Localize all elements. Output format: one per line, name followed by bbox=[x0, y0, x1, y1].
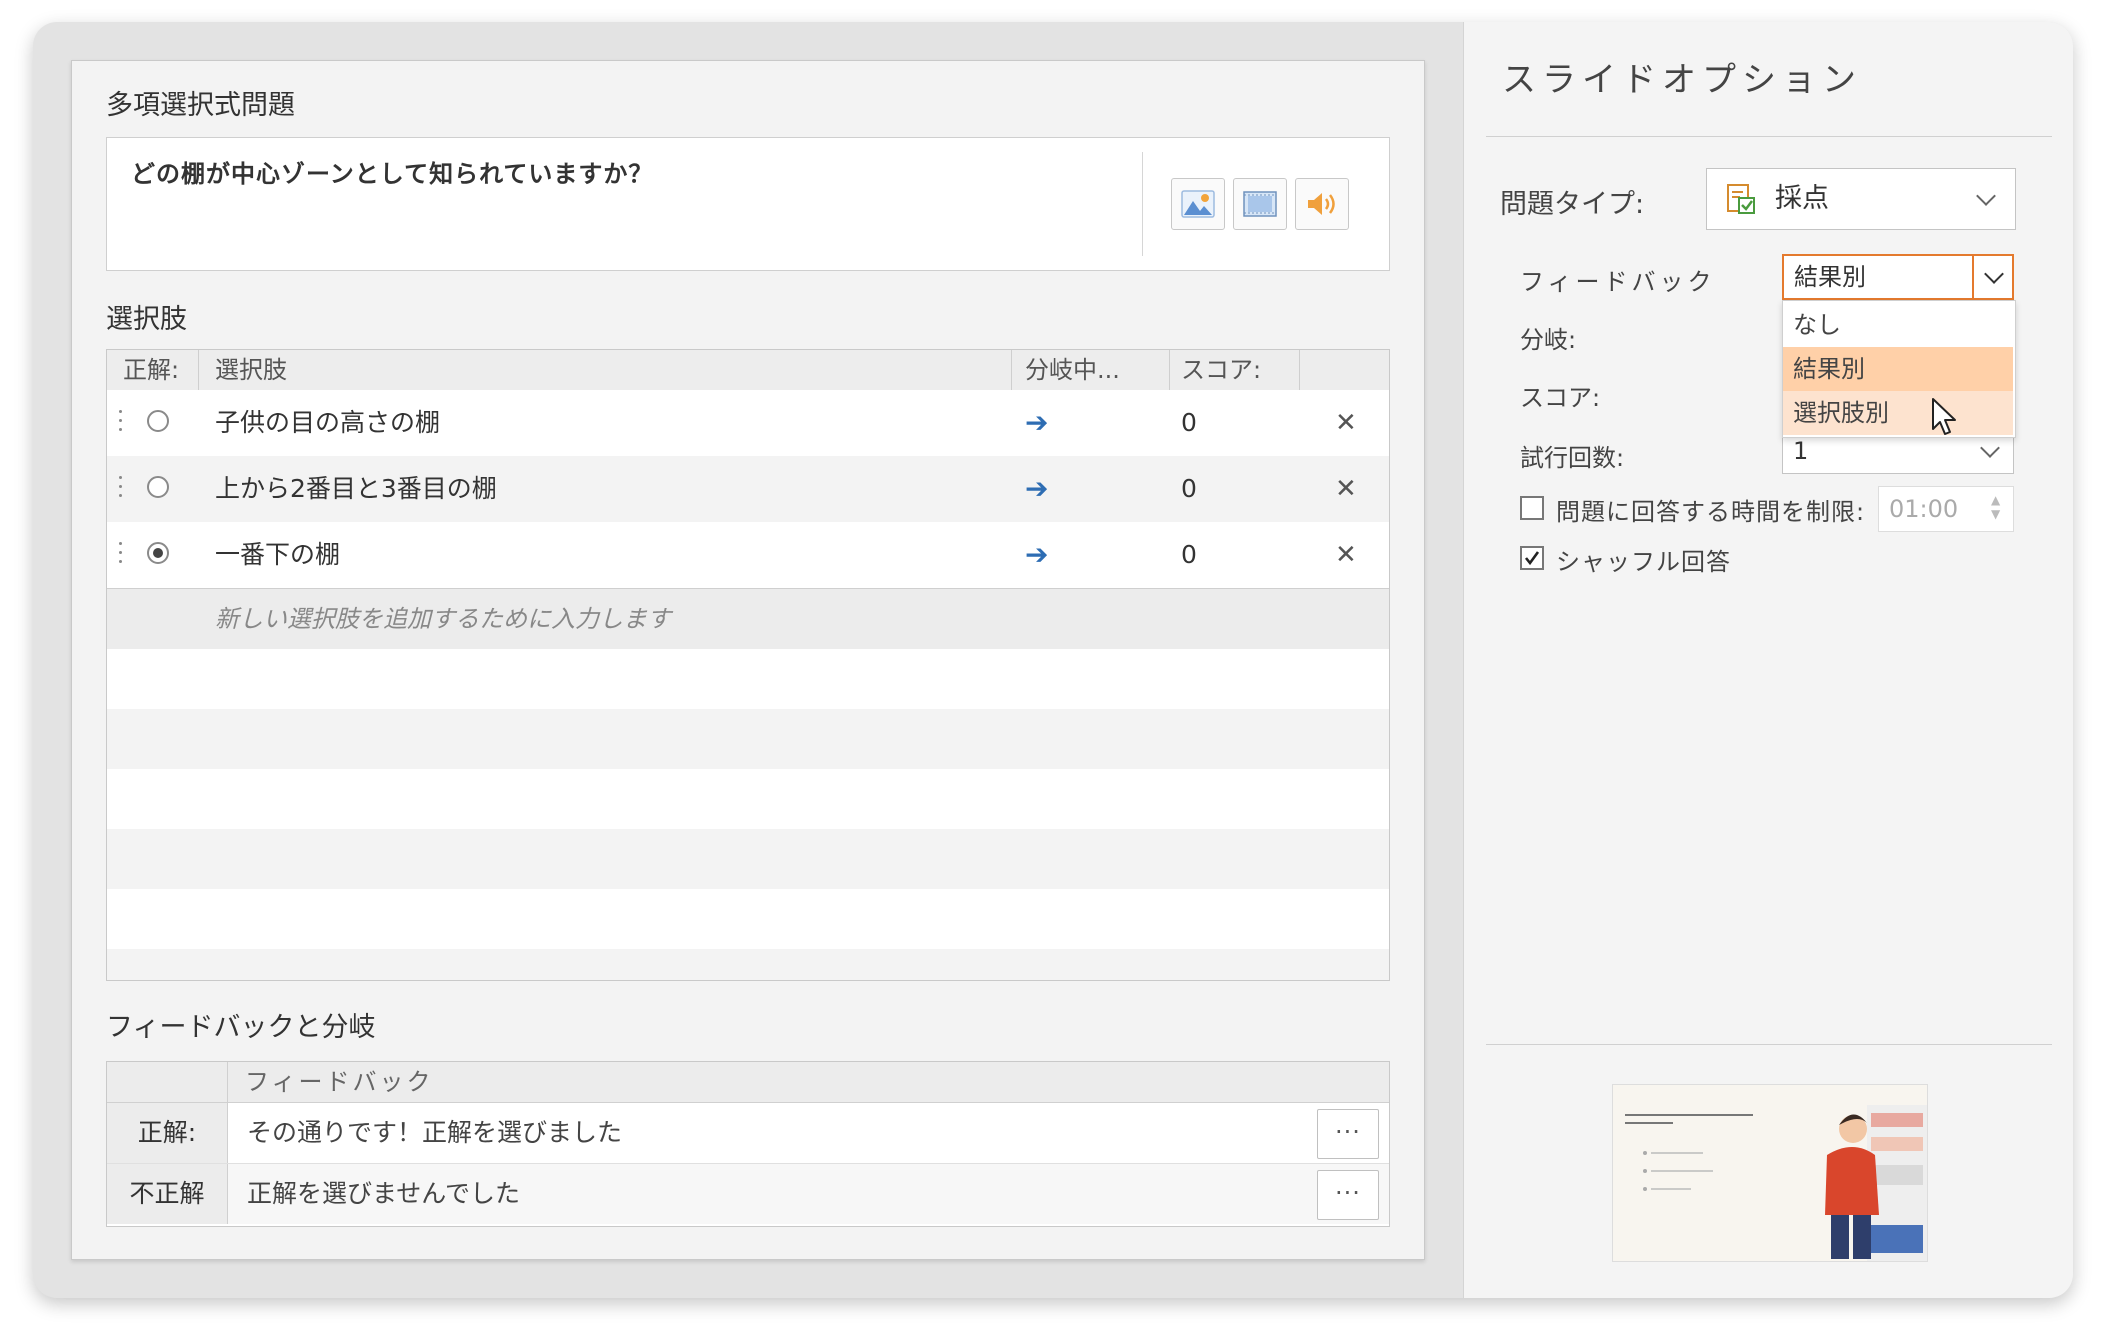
feedback-text[interactable]: 正解を選びませんでした bbox=[247, 1164, 520, 1224]
feedback-table-header: フィードバック bbox=[107, 1062, 1389, 1103]
choice-text[interactable]: 一番下の棚 bbox=[215, 522, 340, 588]
feedback-section-label: フィードバックと分岐 bbox=[106, 1012, 376, 1043]
shuffle-checkbox[interactable] bbox=[1520, 546, 1544, 570]
question-type-value: 採点 bbox=[1775, 183, 1829, 214]
question-box-divider bbox=[1142, 152, 1143, 256]
empty-row bbox=[107, 709, 1389, 769]
feedback-select[interactable]: 結果別 bbox=[1782, 254, 2014, 300]
correct-radio[interactable] bbox=[147, 476, 169, 498]
insert-video-button[interactable] bbox=[1233, 178, 1287, 230]
correct-radio[interactable] bbox=[147, 410, 169, 432]
feedback-label: フィードバック bbox=[1520, 268, 1716, 296]
feedback-row-label: 正解: bbox=[107, 1103, 228, 1163]
delete-choice-icon[interactable]: ✕ bbox=[1335, 456, 1357, 522]
image-icon bbox=[1181, 190, 1215, 218]
feedback-row-incorrect[interactable]: 不正解 正解を選びませんでした ··· bbox=[107, 1164, 1389, 1224]
feedback-text[interactable]: その通りです！正解を選びました bbox=[247, 1103, 622, 1163]
feedback-table: フィードバック 正解: その通りです！正解を選びました ··· 不正解 正解を選… bbox=[106, 1061, 1390, 1227]
more-options-button[interactable]: ··· bbox=[1317, 1109, 1379, 1159]
checkmark-icon bbox=[1524, 551, 1540, 566]
choice-row[interactable]: 上から2番目と3番目の棚 ➔ 0 ✕ bbox=[107, 456, 1389, 522]
choice-row[interactable]: 子供の目の高さの棚 ➔ 0 ✕ bbox=[107, 390, 1389, 456]
choice-score[interactable]: 0 bbox=[1181, 390, 1197, 456]
preview-divider bbox=[1486, 1044, 2052, 1045]
insert-audio-button[interactable] bbox=[1295, 178, 1349, 230]
choices-grid: 正解: 選択肢 分岐中... スコア: 子供の目の高さの棚 ➔ 0 ✕ 上から2… bbox=[106, 349, 1390, 981]
chevron-down-icon bbox=[1984, 264, 2004, 284]
choice-row[interactable]: 一番下の棚 ➔ 0 ✕ bbox=[107, 522, 1389, 589]
slide-options-panel: スライドオプション 問題タイプ: 採点 フィードバック 結果別 分岐: スコア: bbox=[1463, 22, 2073, 1298]
choices-section-label: 選択肢 bbox=[106, 304, 187, 335]
drag-handle-icon[interactable] bbox=[119, 542, 123, 568]
feedback-dropdown-list: なし 結果別 選択肢別 bbox=[1782, 300, 2016, 438]
dropdown-option-by-result[interactable]: 結果別 bbox=[1783, 347, 2013, 391]
shuffle-label: シャッフル回答 bbox=[1556, 548, 1731, 576]
insert-image-button[interactable] bbox=[1171, 178, 1225, 230]
app-window: 多項選択式問題 どの棚が中心ゾーンとして知られていますか？ 選択肢 正解: 選択… bbox=[33, 22, 2073, 1298]
empty-row bbox=[107, 769, 1389, 829]
empty-row bbox=[107, 829, 1389, 889]
time-limit-label: 問題に回答する時間を制限: bbox=[1556, 498, 1866, 526]
branch-arrow-icon[interactable]: ➔ bbox=[1025, 522, 1048, 588]
feedback-row-label: 不正解 bbox=[107, 1164, 228, 1224]
choice-text[interactable]: 上から2番目と3番目の棚 bbox=[215, 456, 497, 522]
spinner-arrows-icon[interactable]: ▲ ▼ bbox=[1991, 493, 2000, 521]
time-limit-input[interactable]: 01:00 ▲ ▼ bbox=[1878, 486, 2014, 532]
more-options-button[interactable]: ··· bbox=[1317, 1170, 1379, 1220]
title-divider bbox=[1486, 136, 2052, 137]
feedback-select-toggle[interactable] bbox=[1972, 256, 2014, 298]
column-header-correct[interactable]: 正解: bbox=[123, 350, 179, 390]
delete-choice-icon[interactable]: ✕ bbox=[1335, 390, 1357, 456]
question-type-select[interactable]: 採点 bbox=[1706, 168, 2016, 230]
correct-radio-selected[interactable] bbox=[147, 542, 169, 564]
add-choice-placeholder[interactable]: 新しい選択肢を追加するために入力します bbox=[215, 589, 671, 649]
score-label: スコア: bbox=[1520, 384, 1601, 412]
column-header-score[interactable]: スコア: bbox=[1181, 350, 1261, 390]
feedback-select-value: 結果別 bbox=[1794, 263, 1866, 291]
choice-text[interactable]: 子供の目の高さの棚 bbox=[215, 390, 440, 456]
choices-grid-header: 正解: 選択肢 分岐中... スコア: bbox=[107, 350, 1389, 391]
question-editor-panel: 多項選択式問題 どの棚が中心ゾーンとして知られていますか？ 選択肢 正解: 選択… bbox=[71, 60, 1425, 1260]
mouse-cursor-icon bbox=[1932, 398, 1956, 435]
empty-row bbox=[107, 889, 1389, 949]
branch-label: 分岐: bbox=[1520, 326, 1577, 354]
empty-row bbox=[107, 649, 1389, 709]
dropdown-option-by-choice[interactable]: 選択肢別 bbox=[1783, 391, 2013, 435]
time-limit-checkbox[interactable] bbox=[1520, 496, 1544, 520]
question-text[interactable]: どの棚が中心ゾーンとして知られていますか？ bbox=[131, 154, 653, 189]
branch-arrow-icon[interactable]: ➔ bbox=[1025, 390, 1048, 456]
chevron-down-icon bbox=[1976, 186, 1996, 206]
audio-icon bbox=[1308, 193, 1335, 215]
question-type-label: 問題タイプ: bbox=[1500, 189, 1645, 220]
feedback-header-corner bbox=[107, 1062, 228, 1102]
question-section-label: 多項選択式問題 bbox=[106, 90, 295, 121]
delete-choice-icon[interactable]: ✕ bbox=[1335, 522, 1357, 588]
column-header-branch[interactable]: 分岐中... bbox=[1025, 350, 1120, 390]
slide-thumbnail[interactable] bbox=[1612, 1084, 1928, 1262]
feedback-column-header: フィードバック bbox=[245, 1068, 434, 1096]
choice-score[interactable]: 0 bbox=[1181, 456, 1197, 522]
question-text-box[interactable]: どの棚が中心ゾーンとして知られていますか？ bbox=[106, 137, 1390, 271]
drag-handle-icon[interactable] bbox=[119, 476, 123, 502]
time-limit-value: 01:00 bbox=[1889, 495, 1959, 523]
choice-score[interactable]: 0 bbox=[1181, 522, 1197, 588]
graded-type-icon bbox=[1727, 184, 1755, 214]
feedback-row-correct[interactable]: 正解: その通りです！正解を選びました ··· bbox=[107, 1103, 1389, 1164]
chevron-down-icon bbox=[1980, 438, 2000, 458]
video-icon bbox=[1243, 191, 1277, 217]
attempts-label: 試行回数: bbox=[1520, 444, 1625, 472]
slide-thumbnail-illustration bbox=[1613, 1085, 1927, 1261]
branch-arrow-icon[interactable]: ➔ bbox=[1025, 456, 1048, 522]
column-header-choice[interactable]: 選択肢 bbox=[215, 350, 287, 390]
slide-options-title: スライドオプション bbox=[1502, 60, 1862, 100]
dropdown-option-none[interactable]: なし bbox=[1783, 303, 2013, 347]
empty-row bbox=[107, 949, 1389, 980]
add-choice-row[interactable]: 新しい選択肢を追加するために入力します bbox=[107, 589, 1389, 649]
drag-handle-icon[interactable] bbox=[119, 410, 123, 436]
